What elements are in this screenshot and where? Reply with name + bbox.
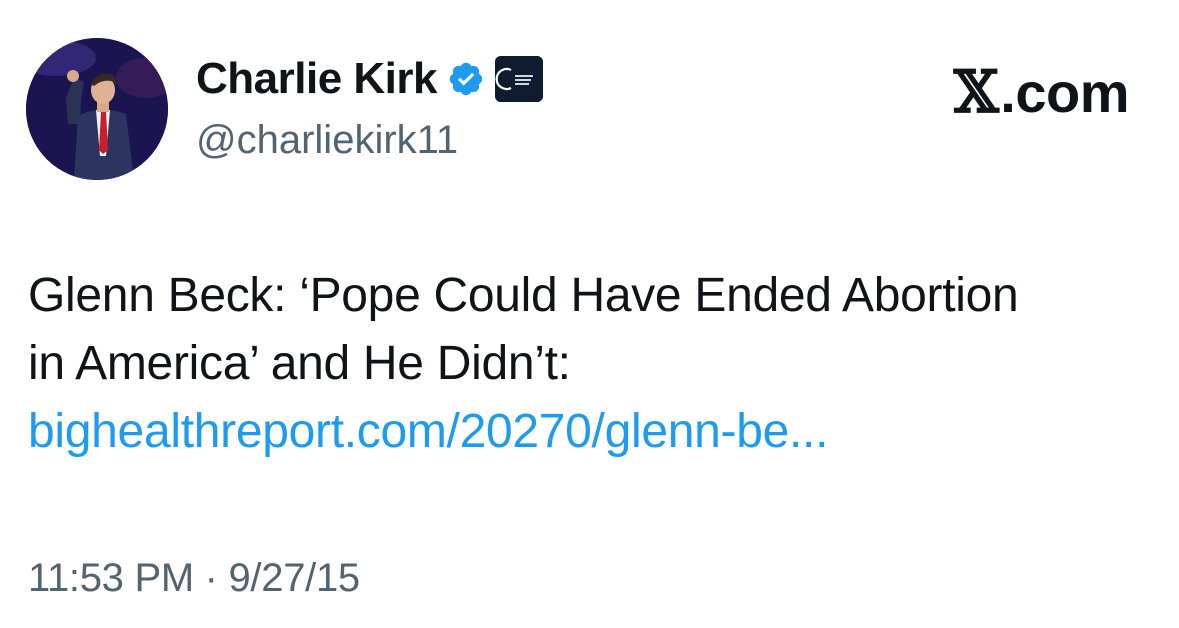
author-handle[interactable]: @charliekirk11 (196, 118, 458, 163)
tweet-link[interactable]: bighealthreport.com/20270/glenn-be... (28, 405, 828, 458)
tweet-body: Glenn Beck: ‘Pope Could Have Ended Abort… (28, 262, 1158, 466)
verified-badge-icon[interactable] (447, 60, 485, 98)
author-display-name[interactable]: Charlie Kirk (196, 54, 437, 104)
tweet-text-line-1: Glenn Beck: ‘Pope Could Have Ended Abort… (28, 269, 1019, 322)
tweet-text-line-2: in America’ and He Didn’t: (28, 337, 571, 390)
x-com-brand: 𝕏 .com (953, 58, 1130, 126)
tweet-timestamp[interactable]: 11:53 PM · 9/27/15 (28, 556, 360, 601)
avatar-photo-icon (26, 38, 168, 180)
avatar[interactable] (26, 38, 168, 180)
brand-domain-label: .com (1000, 60, 1129, 124)
turning-point-usa-badge-icon[interactable] (494, 56, 543, 102)
x-logo-icon: 𝕏 (953, 58, 999, 126)
tweet-card: Charlie Kirk @charliekirk11 𝕏 .com Glenn… (0, 0, 1179, 628)
author-name-row: Charlie Kirk (196, 54, 543, 104)
